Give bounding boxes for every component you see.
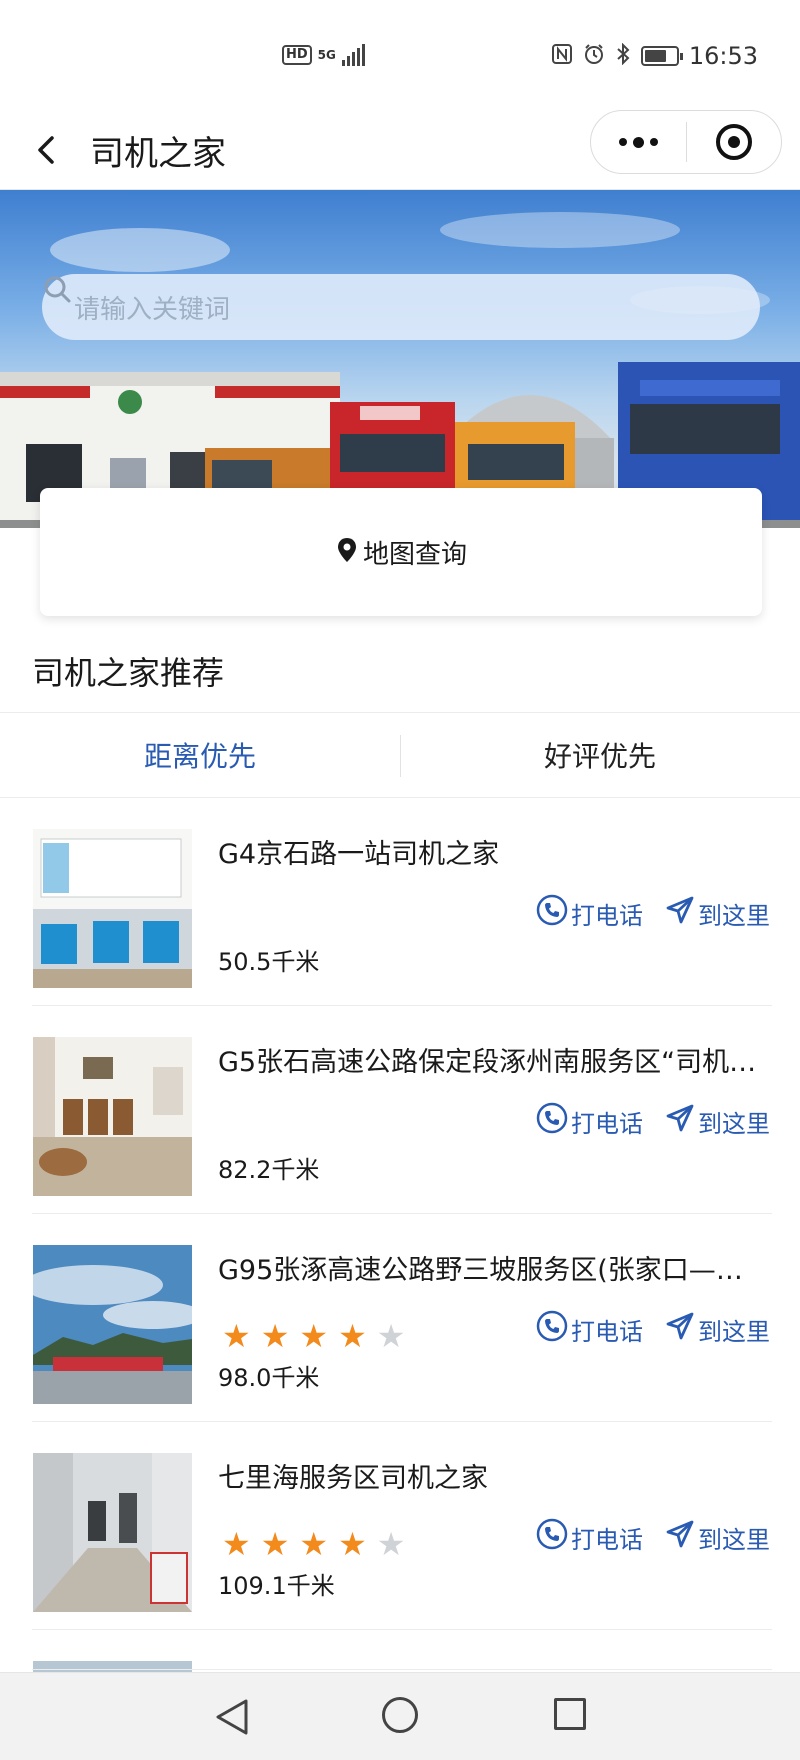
navigation-arrow-icon — [665, 1103, 695, 1139]
battery-icon — [640, 46, 683, 66]
system-nav-bar — [0, 1672, 800, 1760]
star-filled-icon: ★ — [299, 1525, 329, 1563]
status-right: 16:53 — [551, 42, 758, 70]
trucks-scene-illustration — [0, 212, 800, 528]
mini-program-capsule — [590, 110, 782, 174]
item-actions: 打电话 到这里 — [536, 1102, 770, 1140]
search-placeholder: 请输入关键词 — [74, 294, 231, 325]
item-distance: 50.5千米 — [218, 948, 320, 976]
phone-icon — [536, 1310, 568, 1348]
call-label: 打电话 — [571, 1317, 643, 1346]
call-button[interactable]: 打电话 — [536, 1102, 643, 1140]
map-query-button[interactable]: 地图查询 — [40, 488, 762, 616]
item-name: G4京石路一站司机之家 — [218, 839, 500, 870]
call-label: 打电话 — [571, 1109, 643, 1138]
star-empty-icon: ★ — [376, 1525, 406, 1563]
system-recents-icon[interactable] — [554, 1698, 586, 1730]
more-dots-icon[interactable] — [591, 111, 686, 173]
star-empty-icon: ★ — [376, 1317, 406, 1355]
navigate-button[interactable]: 到这里 — [665, 1103, 770, 1139]
nav-bar: 司机之家 — [0, 110, 800, 190]
tab-distance-first[interactable]: 距离优先 — [0, 713, 400, 797]
thumbnail-image — [33, 1037, 192, 1196]
navigate-label: 到这里 — [698, 1525, 770, 1554]
call-label: 打电话 — [571, 1525, 643, 1554]
item-actions: 打电话 到这里 — [536, 1518, 770, 1556]
phone-icon — [536, 1102, 568, 1140]
item-actions: 打电话 到这里 — [536, 894, 770, 932]
map-query-label: 地图查询 — [362, 539, 467, 570]
tab-divider — [400, 735, 401, 777]
list-item[interactable]: G95张涿高速公路野三坡服务区(张家口—涿州方向)司机之家 ★★★★★ 打电话 … — [0, 1214, 800, 1422]
search-input[interactable]: 请输入关键词 — [42, 274, 760, 340]
item-distance: 98.0千米 — [218, 1364, 320, 1392]
navigation-arrow-icon — [665, 1519, 695, 1555]
item-name: G95张涿高速公路野三坡服务区(张家口—涿州方向)司机之家 — [218, 1255, 758, 1286]
driver-home-list: G4京石路一站司机之家 打电话 到这里 50.5千米 G5张石高速公路保定段涿州… — [0, 798, 800, 1673]
navigate-label: 到这里 — [698, 901, 770, 930]
system-back-icon[interactable] — [214, 1697, 250, 1741]
page-title: 司机之家 — [90, 134, 226, 174]
chevron-left-icon[interactable] — [30, 130, 70, 170]
item-name: G5张石高速公路保定段涿州南服务区“司机之家” — [218, 1047, 758, 1078]
tab-rating-first[interactable]: 好评优先 — [400, 713, 800, 797]
navigate-button[interactable]: 到这里 — [665, 1519, 770, 1555]
phone-icon — [536, 894, 568, 932]
location-pin-icon — [335, 536, 359, 568]
thumbnail-image — [33, 1453, 192, 1612]
phone-icon — [536, 1518, 568, 1556]
star-filled-icon: ★ — [222, 1317, 251, 1355]
item-distance: 109.1千米 — [218, 1572, 335, 1600]
navigation-arrow-icon — [665, 895, 695, 931]
item-name: 七里海服务区司机之家 — [218, 1463, 488, 1494]
hd-badge: HD — [282, 45, 312, 65]
call-button[interactable]: 打电话 — [536, 894, 643, 932]
clock: 16:53 — [688, 42, 758, 70]
star-filled-icon: ★ — [338, 1525, 367, 1563]
navigate-label: 到这里 — [698, 1317, 770, 1346]
network-type: 5G — [317, 48, 336, 62]
bluetooth-icon — [615, 42, 631, 70]
thumbnail-image — [33, 829, 192, 988]
rating-stars: ★ ★ ★ ★ ★ — [222, 1528, 405, 1560]
star-filled-icon: ★ — [338, 1317, 367, 1355]
nfc-icon — [551, 43, 573, 70]
item-actions: 打电话 到这里 — [536, 1310, 770, 1348]
status-bar: HD 5G 16:53 — [0, 0, 800, 110]
navigation-arrow-icon — [665, 1311, 695, 1347]
signal-icon — [341, 44, 365, 66]
navigate-button[interactable]: 到这里 — [665, 1311, 770, 1347]
rating-stars: ★ ★ ★ ★ ★ — [222, 1320, 405, 1352]
alarm-icon — [583, 43, 605, 70]
sort-tabs: 距离优先 好评优先 — [0, 712, 800, 798]
star-filled-icon: ★ — [222, 1525, 251, 1563]
list-item[interactable]: G4京石路一站司机之家 打电话 到这里 50.5千米 — [0, 798, 800, 1006]
target-close-icon[interactable] — [687, 111, 782, 173]
call-label: 打电话 — [571, 901, 643, 930]
navigate-label: 到这里 — [698, 1109, 770, 1138]
call-button[interactable]: 打电话 — [536, 1310, 643, 1348]
item-distance: 82.2千米 — [218, 1156, 320, 1184]
star-filled-icon: ★ — [299, 1317, 329, 1355]
call-button[interactable]: 打电话 — [536, 1518, 643, 1556]
star-filled-icon: ★ — [260, 1317, 290, 1355]
star-filled-icon: ★ — [260, 1525, 290, 1563]
banner-image: 请输入关键词 — [0, 190, 800, 528]
thumbnail-image — [33, 1245, 192, 1404]
list-item[interactable]: 七里海服务区司机之家 ★ ★ ★ ★ ★ 打电话 到这里 109.1千米 — [0, 1422, 800, 1630]
network-indicator: HD 5G — [282, 44, 365, 66]
list-item-partial[interactable] — [0, 1630, 800, 1673]
system-home-icon[interactable] — [382, 1697, 418, 1733]
navigate-button[interactable]: 到这里 — [665, 895, 770, 931]
list-item[interactable]: G5张石高速公路保定段涿州南服务区“司机之家” 打电话 到这里 82.2千米 — [0, 1006, 800, 1214]
section-title: 司机之家推荐 — [32, 654, 225, 692]
